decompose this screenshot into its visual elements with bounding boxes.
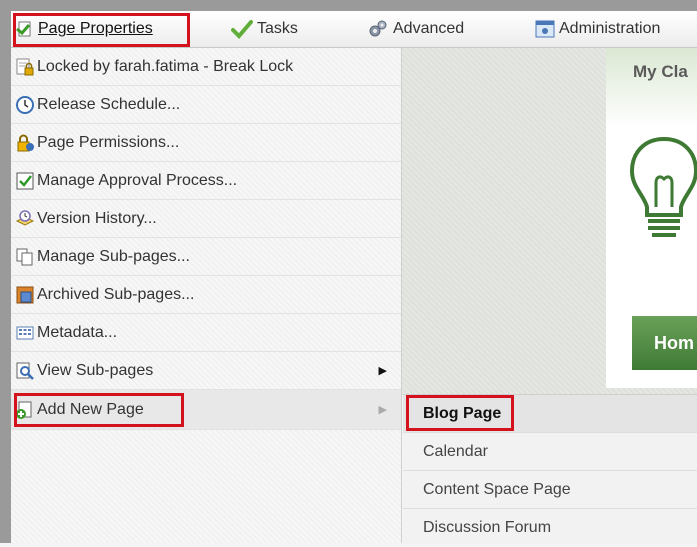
menu-item-label: Manage Approval Process... (37, 171, 238, 189)
menu-item-manage-sub-pages[interactable]: Manage Sub-pages... (11, 238, 401, 276)
menu-item-manage-approval[interactable]: Manage Approval Process... (11, 162, 401, 200)
permissions-lock-icon (17, 134, 34, 151)
lightbulb-icon (630, 136, 697, 237)
menu-item-release-schedule[interactable]: Release Schedule... (11, 86, 401, 124)
administration-icon (535, 20, 555, 38)
submenu-item-discussion-forum[interactable]: Discussion Forum (403, 509, 697, 547)
submenu-arrow-icon: ▶ (378, 404, 387, 416)
menu-tab-page-properties[interactable]: Page Properties (16, 11, 153, 47)
menu-item-label: Release Schedule... (37, 95, 181, 113)
menu-item-label: View Sub-pages (37, 361, 154, 379)
card-title: My Cla (633, 62, 688, 81)
menu-item-label: Archived Sub-pages... (37, 285, 195, 303)
window-frame-top (0, 0, 697, 11)
menu-tab-label: Advanced (393, 20, 465, 37)
clock-icon (16, 95, 34, 114)
add-new-page-submenu: Blog Page Calendar Content Space Page Di… (403, 394, 697, 544)
menu-item-label: Locked by farah.fatima - Break Lock (37, 57, 294, 75)
menu-item-label: Manage Sub-pages... (37, 247, 190, 265)
gears-icon (369, 20, 387, 37)
archive-icon (16, 286, 34, 303)
home-button[interactable]: Hom (632, 316, 697, 370)
menu-tab-label: Page Properties (38, 20, 153, 37)
metadata-icon (16, 326, 34, 339)
menu-item-label: Add New Page (37, 400, 144, 418)
menu-tab-tasks[interactable]: Tasks (231, 11, 298, 47)
submenu-item-content-space-page[interactable]: Content Space Page (403, 471, 697, 509)
page-properties-dropdown: Locked by farah.fatima - Break Lock Rele… (11, 48, 402, 543)
add-page-icon (16, 401, 32, 419)
submenu-item-blog-page[interactable]: Blog Page (403, 395, 697, 433)
menu-item-add-new-page[interactable]: Add New Page ▶ (11, 390, 401, 430)
lock-page-icon (16, 58, 34, 75)
menu-item-label: Metadata... (37, 323, 118, 341)
sub-pages-icon (16, 248, 33, 265)
top-menu-bar: Page Properties Tasks Advanced Administr… (11, 11, 697, 48)
menu-item-view-sub-pages[interactable]: View Sub-pages ▶ (11, 352, 401, 390)
tasks-check-icon (231, 20, 253, 39)
menu-item-break-lock[interactable]: Locked by farah.fatima - Break Lock (11, 48, 401, 86)
menu-tab-administration[interactable]: Administration (535, 11, 660, 47)
page-properties-icon (16, 21, 31, 37)
submenu-item-calendar[interactable]: Calendar (403, 433, 697, 471)
menu-item-page-permissions[interactable]: Page Permissions... (11, 124, 401, 162)
menu-item-version-history[interactable]: Version History... (11, 200, 401, 238)
menu-tab-label: Administration (559, 20, 661, 37)
window-frame-left (0, 0, 11, 543)
version-history-icon (15, 209, 35, 226)
menu-item-archived-sub-pages[interactable]: Archived Sub-pages... (11, 276, 401, 314)
menu-tab-label: Tasks (257, 20, 298, 37)
menu-item-label: Page Permissions... (37, 133, 180, 151)
menu-item-metadata[interactable]: Metadata... (11, 314, 401, 352)
view-pages-icon (16, 362, 34, 380)
menu-item-label: Version History... (37, 209, 157, 227)
menu-tab-advanced[interactable]: Advanced (367, 11, 464, 47)
approval-check-icon (16, 172, 34, 189)
submenu-arrow-icon: ▶ (378, 365, 387, 377)
